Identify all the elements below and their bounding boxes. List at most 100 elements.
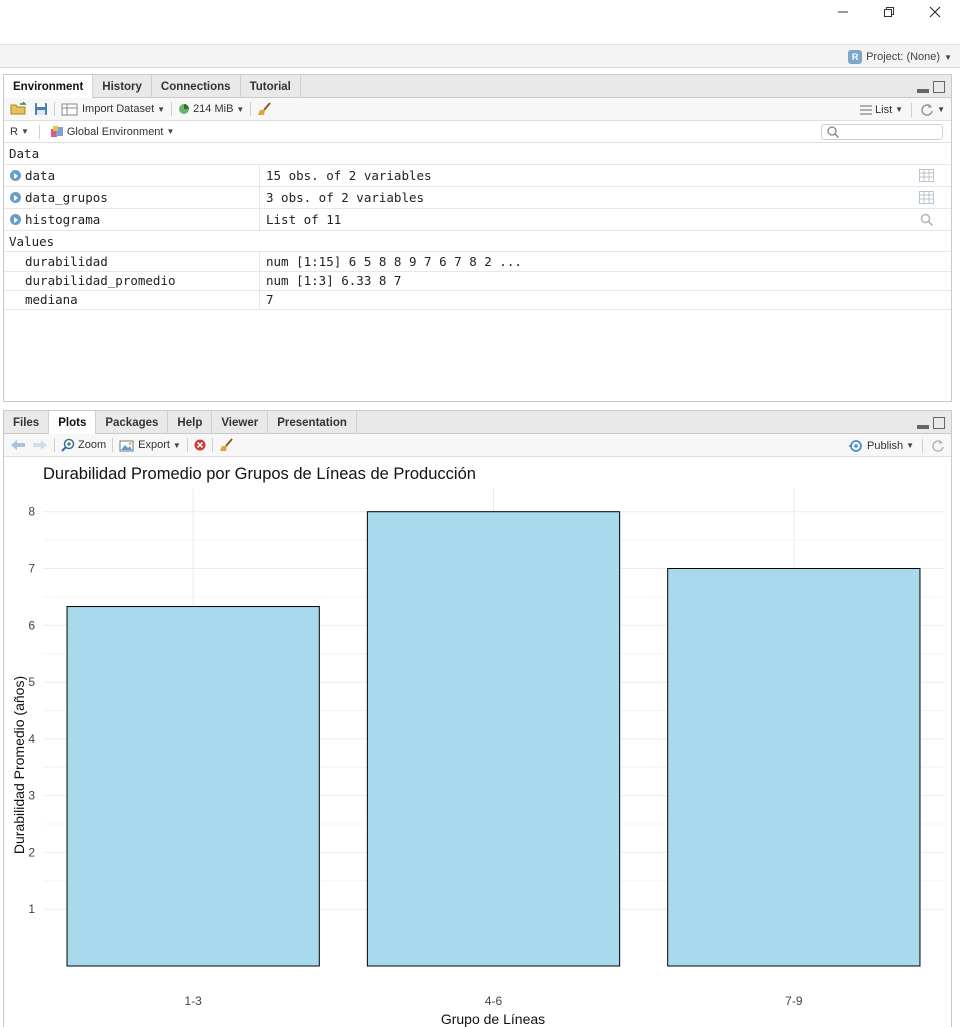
next-plot-button[interactable] bbox=[32, 439, 48, 451]
chart-title: Durabilidad Promedio por Grupos de Línea… bbox=[43, 465, 476, 483]
chevron-down-icon: ▼ bbox=[166, 127, 175, 136]
remove-plot-icon bbox=[194, 439, 206, 451]
chevron-down-icon: ▼ bbox=[157, 104, 166, 114]
x-tick-label: 4-6 bbox=[485, 994, 503, 1008]
env-data-row[interactable]: data_grupos 3 obs. of 2 variables bbox=[4, 186, 951, 208]
y-axis-label: Durabilidad Promedio (años) bbox=[11, 676, 27, 854]
chevron-down-icon: ▼ bbox=[172, 440, 181, 450]
table-icon[interactable] bbox=[919, 191, 934, 204]
environment-list: Data data 15 obs. of 2 variables data_gr… bbox=[4, 143, 951, 310]
project-bar: R Project: (None) ▼ bbox=[0, 44, 960, 68]
variable-name: histograma bbox=[25, 212, 101, 227]
tab-environment[interactable]: Environment bbox=[4, 75, 94, 99]
tab-tutorial[interactable]: Tutorial bbox=[241, 75, 301, 98]
tab-plots[interactable]: Plots bbox=[49, 411, 97, 435]
clear-workspace-button[interactable] bbox=[257, 102, 273, 116]
x-tick-label: 7-9 bbox=[785, 994, 803, 1008]
y-tick-label: 3 bbox=[28, 789, 35, 803]
chevron-down-icon: ▼ bbox=[906, 441, 914, 450]
values-section-header: Values bbox=[4, 230, 951, 251]
expand-arrow-icon[interactable] bbox=[10, 214, 21, 225]
export-label: Export bbox=[138, 439, 170, 451]
variable-name: data_grupos bbox=[25, 190, 108, 205]
env-scope-toolbar: R ▼ Global Environment ▼ bbox=[4, 121, 951, 143]
clear-plots-button[interactable] bbox=[219, 438, 235, 452]
close-icon bbox=[929, 6, 941, 18]
variable-name: mediana bbox=[4, 291, 260, 309]
tab-help[interactable]: Help bbox=[168, 411, 213, 434]
memory-pie-icon bbox=[179, 104, 190, 114]
view-mode-label: List bbox=[875, 103, 893, 116]
refresh-icon bbox=[932, 439, 944, 452]
tab-history[interactable]: History bbox=[93, 75, 152, 98]
view-mode-dropdown[interactable]: List ▼ bbox=[860, 104, 903, 116]
environment-pane: Environment History Connections Tutorial… bbox=[3, 74, 952, 402]
toolbar-divider bbox=[911, 102, 913, 117]
tab-connections[interactable]: Connections bbox=[152, 75, 241, 98]
zoom-button[interactable]: Zoom bbox=[61, 438, 106, 452]
env-toolbar: Import Dataset ▼ 214 MiB ▼ List ▼ ▼ bbox=[4, 98, 951, 121]
project-menu[interactable]: R Project: (None) ▼ bbox=[848, 50, 952, 64]
env-data-row[interactable]: data 15 obs. of 2 variables bbox=[4, 164, 951, 186]
table-icon[interactable] bbox=[919, 169, 934, 182]
load-workspace-button[interactable] bbox=[10, 102, 28, 116]
variable-value: num [1:3] 6.33 8 7 bbox=[266, 273, 402, 289]
close-button[interactable] bbox=[912, 0, 958, 24]
export-image-icon bbox=[119, 440, 134, 451]
minimize-pane-button[interactable] bbox=[917, 425, 929, 429]
refresh-environment-button[interactable]: ▼ bbox=[920, 103, 945, 117]
tab-viewer[interactable]: Viewer bbox=[212, 411, 269, 434]
chevron-down-icon: ▼ bbox=[236, 104, 245, 114]
import-dataset-label: Import Dataset bbox=[82, 103, 155, 115]
env-value-row[interactable]: mediana 7 bbox=[4, 290, 951, 310]
save-workspace-button[interactable] bbox=[34, 102, 48, 116]
window-titlebar bbox=[0, 0, 960, 44]
open-folder-icon bbox=[10, 102, 27, 115]
toolbar-divider bbox=[54, 438, 55, 452]
minimize-pane-button[interactable] bbox=[917, 89, 929, 93]
maximize-pane-button[interactable] bbox=[933, 417, 945, 429]
memory-usage-button[interactable]: 214 MiB ▼ bbox=[178, 103, 244, 115]
import-dataset-button[interactable]: Import Dataset ▼ bbox=[61, 103, 165, 116]
export-dropdown[interactable]: Export ▼ bbox=[119, 439, 181, 452]
plots-pane: Files Plots Packages Help Viewer Present… bbox=[3, 410, 952, 1027]
env-data-row[interactable]: histograma List of 11 bbox=[4, 208, 951, 230]
language-dropdown[interactable]: R ▼ bbox=[10, 126, 29, 138]
y-tick-label: 7 bbox=[28, 562, 35, 576]
y-tick-label: 5 bbox=[28, 675, 35, 689]
x-tick-label: 1-3 bbox=[184, 994, 202, 1008]
plots-tabbar: Files Plots Packages Help Viewer Present… bbox=[4, 411, 951, 435]
environment-search-input[interactable] bbox=[821, 124, 943, 140]
minimize-button[interactable] bbox=[820, 0, 866, 24]
search-icon bbox=[827, 126, 839, 138]
remove-plot-button[interactable] bbox=[194, 439, 206, 451]
restore-button[interactable] bbox=[866, 0, 912, 24]
zoom-label: Zoom bbox=[78, 439, 107, 451]
refresh-icon bbox=[921, 103, 933, 116]
tab-presentation[interactable]: Presentation bbox=[268, 411, 357, 434]
toolbar-divider bbox=[171, 102, 173, 116]
chart-bars bbox=[66, 511, 921, 967]
publish-dropdown[interactable]: Publish ▼ bbox=[848, 439, 914, 453]
broom-icon bbox=[219, 438, 233, 451]
toolbar-divider bbox=[112, 438, 114, 452]
refresh-plot-button[interactable] bbox=[931, 439, 945, 453]
expand-arrow-icon[interactable] bbox=[10, 192, 21, 203]
magnifier-icon[interactable] bbox=[920, 213, 934, 226]
save-icon bbox=[35, 103, 47, 115]
env-value-row[interactable]: durabilidad_promedio num [1:3] 6.33 8 7 bbox=[4, 270, 951, 290]
variable-value: 3 obs. of 2 variables bbox=[266, 190, 425, 205]
env-tabbar: Environment History Connections Tutorial bbox=[4, 75, 951, 99]
expand-arrow-icon[interactable] bbox=[10, 170, 21, 181]
previous-plot-button[interactable] bbox=[10, 439, 26, 451]
global-environment-icon bbox=[50, 126, 63, 137]
tab-files[interactable]: Files bbox=[4, 411, 50, 434]
memory-usage-label: 214 MiB bbox=[193, 103, 234, 115]
env-value-row[interactable]: durabilidad num [1:15] 6 5 8 8 9 7 6 7 8… bbox=[4, 251, 951, 271]
tab-packages[interactable]: Packages bbox=[96, 411, 169, 434]
maximize-pane-button[interactable] bbox=[933, 81, 945, 93]
scope-dropdown[interactable]: Global Environment ▼ bbox=[50, 125, 175, 138]
toolbar-divider bbox=[54, 102, 55, 116]
toolbar-divider bbox=[186, 438, 188, 452]
variable-name: data bbox=[25, 168, 56, 183]
